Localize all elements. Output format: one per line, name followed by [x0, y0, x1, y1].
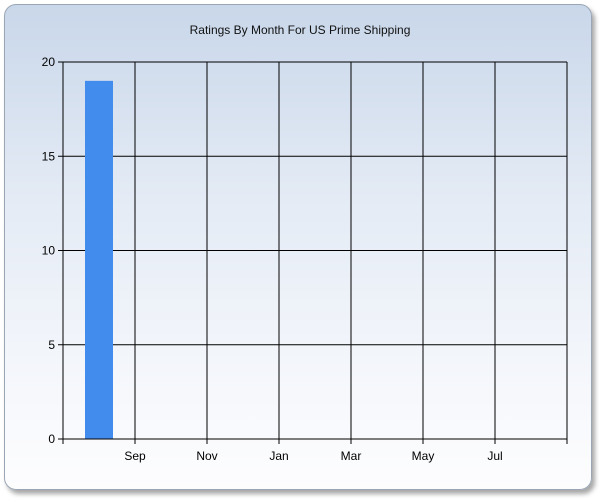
y-tick-label-5: 5	[48, 338, 55, 352]
x-tick-label-jan: Jan	[269, 449, 288, 463]
x-tick-label-may: May	[412, 449, 435, 463]
grid-lines	[63, 61, 568, 440]
bar-chart: 0 5 10 15 20 Sep Nov Jan Mar May Jul	[42, 55, 568, 463]
bar-aug	[85, 80, 113, 439]
y-tick-label-10: 10	[42, 244, 56, 258]
x-tick-label-jul: Jul	[487, 449, 502, 463]
axes	[58, 61, 568, 444]
x-tick-label-sep: Sep	[124, 449, 146, 463]
bars	[85, 80, 113, 439]
y-tick-label-20: 20	[42, 55, 56, 69]
y-tick-label-15: 15	[42, 149, 56, 163]
x-tick-label-mar: Mar	[341, 449, 362, 463]
x-tick-label-nov: Nov	[196, 449, 217, 463]
y-tick-label-0: 0	[48, 432, 55, 446]
